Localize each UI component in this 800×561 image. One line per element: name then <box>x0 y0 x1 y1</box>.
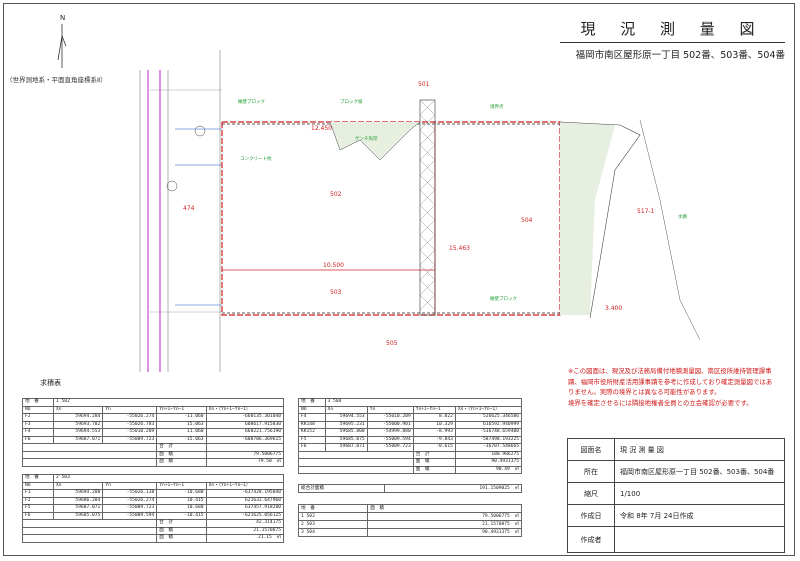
note-line-2: 蹟、福岡市役所財産活用課事蹟を参考に作成しており確定測量図ではあ <box>568 377 773 386</box>
total-area-label: 総合計面積 <box>298 484 385 493</box>
blue-dim-lines <box>175 128 222 306</box>
dim-right-label: 3.400 <box>605 305 622 312</box>
annotation-block-wall: ブロック塀 <box>340 98 363 105</box>
road-label: 水路 <box>678 213 687 220</box>
left-strip <box>139 50 222 372</box>
table-row: F3 59693.782 -55026.783 15.063 608617.915830 <box>22 420 285 429</box>
table-row: KK152 59685.800 -54999.880 -8.993 -536748.65… <box>298 428 523 437</box>
dim-side-label: 15.463 <box>449 245 470 252</box>
annotation-boundary-point: 境界点 <box>490 103 504 110</box>
north-arrow-icon: N <box>57 14 67 68</box>
annotation-concrete-stake: コンクリート杭 <box>240 155 272 162</box>
total-area-table: 総合計面積 191.1509025 ㎡ <box>298 484 523 493</box>
note-line-3: りません。実際の境界とは異なる可能性があります。 <box>568 388 721 396</box>
table-row: 2 503 21.1570875 ㎡ <box>297 520 522 529</box>
table-row: 縮尺 1/100 <box>567 482 785 505</box>
lot-504-label: 504 <box>521 217 533 224</box>
lot-area-summary: 地 番面 積 1 502 79.5006775 ㎡ 2 503 21.1570875… <box>297 504 522 537</box>
lot-boundaries <box>221 99 701 341</box>
table-row: F5 59685.075 -55009.594 -9.843 -587490.19322… <box>298 435 523 444</box>
lot-501-label: 501 <box>418 81 430 88</box>
lot-474-label: 474 <box>183 205 195 212</box>
annotation-retaining-wall: 擁壁ブロック <box>238 98 265 105</box>
lot-517-1-label: 517-1 <box>637 208 655 215</box>
table-row: F2 59694.284 -55026.274 -11.060 -660135.3010… <box>22 413 285 422</box>
annotation-retaining-wall-2: 擁壁ブロック <box>490 295 517 302</box>
lot-502-label: 502 <box>330 191 342 198</box>
annotation-arrow: ゲンチ矢印 <box>355 135 378 142</box>
table-row: F6 59687.071 -55009.723 -0.615 -36707.548665 <box>298 443 523 452</box>
table-row: F6 59685.075 -55009.594 -10.415 -621625.0561… <box>22 511 285 520</box>
north-label: N <box>60 14 65 22</box>
table-row: F4 59694.553 -55010.209 8.822 526625.346586 <box>298 413 523 422</box>
table-row: F2 59686.284 -55026.274 10.415 621632.647960 <box>22 496 285 505</box>
table-row: F4 59694.553 -55010.209 11.060 660221.756190 <box>22 428 285 437</box>
disclaimer-note: ※この図面は、現況及び法務局備付地積測量図、南区役所維持管理課事 蹟、福岡市役所… <box>568 366 778 408</box>
lot-503-label: 503 <box>330 289 342 296</box>
area-table-503: 地 番2 503 NO Xn Yn Yn+1−Yn−1 Xn・（Yn+1−Yn−1） F… <box>21 474 285 543</box>
total-area-value: 191.1509025 ㎡ <box>383 484 523 493</box>
dim-top-label: 12.450 <box>311 125 332 132</box>
table-row: KK148 59695.231 -55000.901 10.329 616592.940… <box>298 420 523 429</box>
table-row: F6 59687.071 -55009.723 -15.063 -608706.3696… <box>22 435 285 444</box>
table-row: 1 502 79.5006775 ㎡ <box>297 512 522 521</box>
area-table-title: 求積表 <box>40 379 61 387</box>
area-table-504: 地 番3 504 NO Xn Yn Yn+1−Yn−1 Xn・（Yn+1−Yn−1） F… <box>298 398 523 474</box>
table-row: F5 59687.071 -55009.723 10.680 637457.918280 <box>22 504 285 513</box>
table-row: 作成者 <box>567 526 785 553</box>
table-row: 3 504 90.4931375 ㎡ <box>297 528 522 537</box>
note-line-1: ※この図面は、現況及び法務局備付地積測量図、南区役所維持管理課事 <box>568 367 772 375</box>
area-table-502: 地 番1 502 NO Xn Yn Yn+1−Yn−1 Xn・（Yn+1−Yn−1） F… <box>21 398 285 467</box>
table-row: 図面名現 況 測 量 図 <box>567 438 785 461</box>
table-row: F1 59694.288 -55026.138 -10.680 -637428.1958… <box>22 489 285 498</box>
dim-width-label: 10.500 <box>323 262 344 269</box>
note-line-4: 境界を確定させるには隣接地権者全員との立会確認が必要です。 <box>568 398 753 407</box>
table-row: 作成日 令和 8年 7月 24日作成 <box>567 504 785 527</box>
drawing-info-table: 図面名現 況 測 量 図 所在 福岡市南区屋形原一丁目 502番、503番、504… <box>567 438 785 553</box>
lot-505-label: 505 <box>386 340 398 347</box>
table-row: 所在 福岡市南区屋形原一丁目 502番、503番、504番 <box>567 460 785 483</box>
